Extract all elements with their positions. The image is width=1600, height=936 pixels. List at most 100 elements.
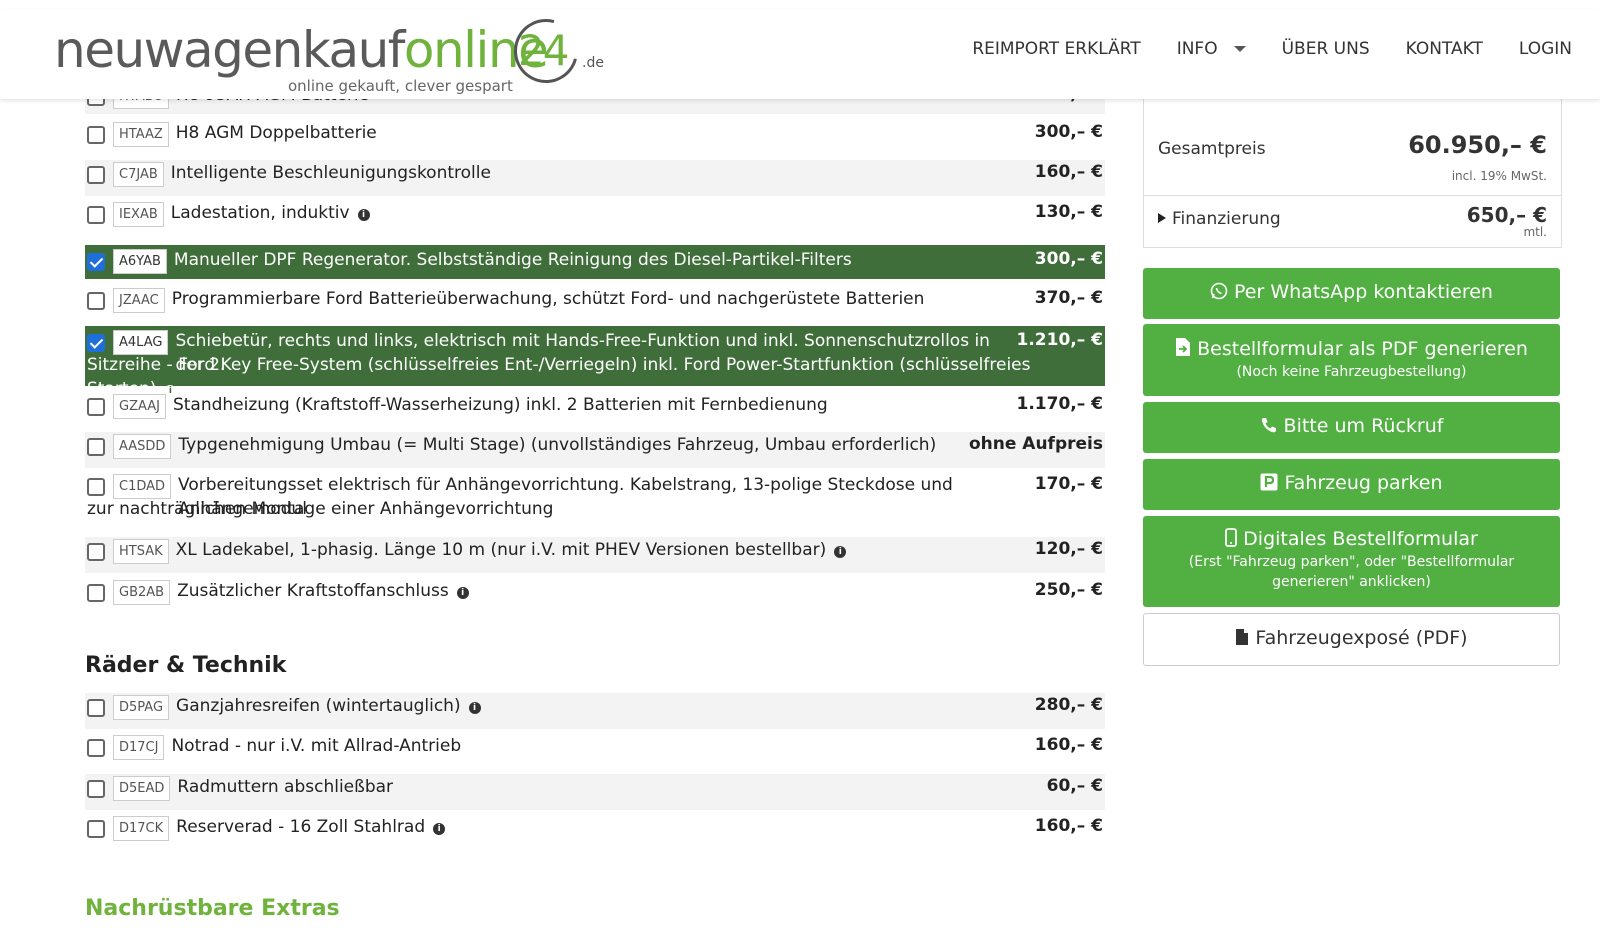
whatsapp-button[interactable]: Per WhatsApp kontaktieren bbox=[1143, 268, 1560, 319]
park-button[interactable]: Fahrzeug parken bbox=[1143, 459, 1560, 510]
option-row[interactable]: IEXAB Ladestation, induktiv i 130,– € bbox=[85, 200, 1105, 238]
logo-tagline: online gekauft, clever gespart bbox=[288, 77, 513, 95]
option-code: HTAAZ bbox=[113, 122, 169, 147]
expose-label: Fahrzeugexposé (PDF) bbox=[1255, 627, 1468, 649]
option-price: 370,– € bbox=[1034, 288, 1103, 308]
option-checkbox[interactable] bbox=[87, 398, 105, 416]
logo-text-gray: neuwagenkauf bbox=[54, 21, 405, 79]
nav-reimport[interactable]: REIMPORT ERKLÄRT bbox=[972, 39, 1140, 59]
option-checkbox[interactable] bbox=[87, 478, 105, 496]
option-row[interactable]: D17CK Reserverad - 16 Zoll Stahlrad i 160… bbox=[85, 814, 1105, 852]
pdf-order-button[interactable]: Bestellformular als PDF generieren (Noch… bbox=[1143, 324, 1560, 396]
info-icon[interactable]: i bbox=[834, 546, 847, 558]
digital-order-sublabel-2: generieren" anklicken) bbox=[1272, 574, 1431, 590]
option-checkbox[interactable] bbox=[87, 780, 105, 798]
option-price: 250,– € bbox=[1034, 580, 1103, 600]
option-code: A4LAG bbox=[113, 330, 169, 355]
option-price: 280,– € bbox=[1034, 695, 1103, 715]
option-label: Reserverad - 16 Zoll Stahlrad bbox=[176, 817, 426, 837]
option-checkbox[interactable] bbox=[87, 206, 105, 224]
option-label: Ladestation, induktiv bbox=[170, 203, 350, 223]
option-price: 120,– € bbox=[1034, 539, 1103, 559]
info-icon[interactable]: i bbox=[433, 823, 446, 835]
option-code: D5PAG bbox=[113, 695, 170, 720]
callback-button[interactable]: Bitte um Rückruf bbox=[1143, 402, 1560, 453]
option-price: 160,– € bbox=[1034, 816, 1103, 836]
option-checkbox[interactable] bbox=[87, 820, 105, 838]
option-code: C1DAD bbox=[113, 474, 172, 499]
option-price: 160,– € bbox=[1034, 735, 1103, 755]
info-icon[interactable]: i bbox=[357, 209, 370, 221]
park-label: Fahrzeug parken bbox=[1284, 472, 1443, 494]
section-title-raeder: Räder & Technik bbox=[85, 653, 287, 678]
option-row[interactable]: HTAAZ H8 AGM Doppelbatterie 300,– € bbox=[85, 120, 1105, 156]
option-checkbox[interactable] bbox=[87, 253, 105, 271]
info-icon[interactable]: i bbox=[468, 702, 481, 714]
option-price: 160,– € bbox=[1034, 162, 1103, 182]
option-row[interactable]: C1DAD Vorbereitungsset elektrisch für An… bbox=[85, 472, 1105, 532]
option-row[interactable]: AASDD Typgenehmigung Umbau (= Multi Stag… bbox=[85, 432, 1105, 468]
option-code: IEXAB bbox=[113, 202, 164, 227]
option-row[interactable]: GB2AB Zusätzlicher Kraftstoffanschluss i … bbox=[85, 578, 1105, 616]
option-checkbox[interactable] bbox=[87, 334, 105, 352]
main-nav: REIMPORT ERKLÄRT INFO ÜBER UNS KONTAKT L… bbox=[936, 39, 1572, 59]
option-row[interactable]: A6YAB Manueller DPF Regenerator. Selbsts… bbox=[85, 245, 1105, 279]
info-icon[interactable]: i bbox=[456, 587, 469, 599]
finance-price: 650,– € bbox=[1466, 203, 1547, 227]
section-title-extras: Nachrüstbare Extras bbox=[85, 896, 340, 921]
option-checkbox[interactable] bbox=[87, 166, 105, 184]
option-row[interactable]: D5PAG Ganzjahresreifen (wintertauglich) i… bbox=[85, 693, 1105, 729]
nav-ueber-uns[interactable]: ÜBER UNS bbox=[1282, 39, 1370, 59]
finance-note: mtl. bbox=[1523, 225, 1547, 239]
option-checkbox[interactable] bbox=[87, 292, 105, 310]
option-price: 300,– € bbox=[1034, 122, 1103, 142]
nav-info[interactable]: INFO bbox=[1177, 39, 1246, 59]
pdf-order-sublabel: (Noch keine Fahrzeugbestellung) bbox=[1236, 364, 1467, 380]
option-label: Radmuttern abschließbar bbox=[177, 777, 394, 797]
whatsapp-icon bbox=[1210, 282, 1228, 305]
option-label: Manueller DPF Regenerator. Selbstständig… bbox=[173, 250, 852, 270]
option-row[interactable]: JZAAC Programmierbare Ford Batterieüberw… bbox=[85, 286, 1105, 322]
site-header: neuwagenkaufonline 24 .de online gekauft… bbox=[0, 7, 1600, 99]
price-summary: Gesamtpreis 60.950,– € incl. 19% MwSt. F… bbox=[1143, 99, 1562, 248]
option-checkbox[interactable] bbox=[87, 438, 105, 456]
option-row[interactable]: GZAAJ Standheizung (Kraftstoff-Wasserhei… bbox=[85, 392, 1105, 428]
option-row[interactable]: D17CJ Notrad - nur i.V. mit Allrad-Antri… bbox=[85, 733, 1105, 771]
option-checkbox[interactable] bbox=[87, 699, 105, 717]
total-price: 60.950,– € bbox=[1408, 131, 1547, 159]
divider bbox=[1144, 195, 1561, 196]
option-checkbox[interactable] bbox=[87, 584, 105, 602]
option-code: GZAAJ bbox=[113, 394, 166, 419]
option-label: H8 AGM Doppelbatterie bbox=[175, 123, 377, 143]
digital-order-button[interactable]: Digitales Bestellformular (Erst "Fahrzeu… bbox=[1143, 516, 1560, 607]
option-label: Programmierbare Ford Batterieüberwachung… bbox=[171, 289, 925, 309]
option-code: A6YAB bbox=[113, 249, 167, 274]
option-checkbox[interactable] bbox=[87, 543, 105, 561]
finance-label: Finanzierung bbox=[1172, 209, 1281, 229]
mobile-icon bbox=[1225, 528, 1238, 552]
expose-button[interactable]: Fahrzeugexposé (PDF) bbox=[1143, 613, 1560, 666]
option-checkbox[interactable] bbox=[87, 126, 105, 144]
option-row[interactable]: D5EAD Radmuttern abschließbar 60,– € bbox=[85, 774, 1105, 810]
caret-right-icon bbox=[1158, 213, 1166, 223]
option-price: 60,– € bbox=[1046, 776, 1103, 796]
total-price-note: incl. 19% MwSt. bbox=[1451, 169, 1547, 183]
logo-number: 24 bbox=[518, 26, 569, 75]
option-row[interactable]: HTSAK XL Ladekabel, 1-phasig. Länge 10 m… bbox=[85, 537, 1105, 573]
option-label: Ganzjahresreifen (wintertauglich) bbox=[176, 696, 461, 716]
file-export-icon bbox=[1175, 337, 1191, 362]
finance-toggle[interactable]: Finanzierung bbox=[1158, 209, 1281, 229]
option-price: 170,– € bbox=[1034, 474, 1103, 494]
option-row[interactable]: A4LAG Schiebetür, rechts und links, elek… bbox=[85, 326, 1105, 399]
total-price-label: Gesamtpreis bbox=[1158, 139, 1266, 159]
site-logo[interactable]: neuwagenkaufonline 24 .de online gekauft… bbox=[54, 7, 614, 99]
option-price: 130,– € bbox=[1034, 202, 1103, 222]
nav-login[interactable]: LOGIN bbox=[1519, 39, 1572, 59]
option-code: D5EAD bbox=[113, 776, 171, 801]
nav-kontakt[interactable]: KONTAKT bbox=[1406, 39, 1483, 59]
option-code: GB2AB bbox=[113, 580, 171, 605]
option-checkbox[interactable] bbox=[87, 739, 105, 757]
nav-info-label: INFO bbox=[1176, 39, 1218, 59]
option-row[interactable]: C7JAB Intelligente Beschleunigungskontro… bbox=[85, 160, 1105, 196]
option-code: C7JAB bbox=[113, 162, 164, 187]
